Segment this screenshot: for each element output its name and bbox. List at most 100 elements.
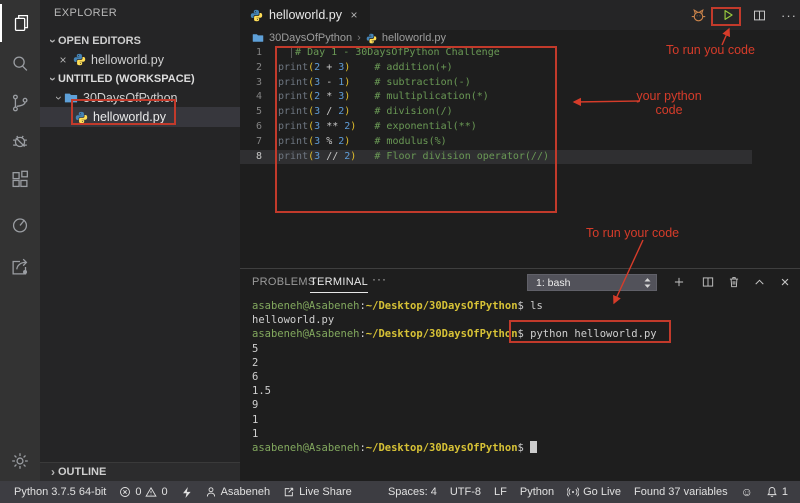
- terminal-content[interactable]: asabeneh@Asabeneh:~/Desktop/30DaysOfPyth…: [252, 299, 792, 474]
- time-icon[interactable]: [0, 206, 40, 244]
- code-line-2[interactable]: 2print(2 + 3) # addition(+): [240, 61, 752, 76]
- code-line-1[interactable]: 1 # Day 1 - 30DaysOfPython Challenge: [240, 46, 752, 61]
- open-editor-item-helloworld[interactable]: × helloworld.py: [40, 50, 240, 69]
- code-line-7[interactable]: 7print(3 % 2) # modulus(%): [240, 135, 752, 150]
- terminal-line-2: helloworld.py: [252, 313, 792, 327]
- python-file-icon: [250, 9, 263, 22]
- warning-icon: [145, 486, 157, 498]
- close-tab-icon[interactable]: ×: [348, 8, 360, 22]
- python-file-icon: [73, 53, 86, 66]
- explorer-sidebar: EXPLORER › OPEN EDITORS × helloworld.py …: [40, 0, 240, 481]
- terminal-line-4: 5: [252, 342, 792, 356]
- editor-group: helloworld.py × ··· 30DaysOfPython › hel…: [240, 0, 800, 268]
- code-editor[interactable]: 1 # Day 1 - 30DaysOfPython Challenge2pri…: [240, 46, 752, 268]
- folder-icon: [64, 91, 78, 105]
- split-editor-icon[interactable]: [750, 6, 768, 24]
- line-number: 3: [240, 76, 262, 91]
- code-line-5[interactable]: 5print(3 / 2) # division(/): [240, 105, 752, 120]
- bell-icon: [766, 486, 778, 498]
- panel-more-icon[interactable]: ···: [372, 272, 387, 286]
- status-problems[interactable]: 0 0: [119, 486, 167, 498]
- cat-extension-icon[interactable]: [689, 6, 707, 24]
- debug-icon[interactable]: [0, 122, 40, 160]
- close-editor-icon[interactable]: ×: [57, 53, 69, 67]
- line-number: 1: [240, 46, 262, 61]
- status-spaces[interactable]: Spaces: 4: [388, 486, 437, 498]
- status-language[interactable]: Python: [520, 486, 554, 498]
- close-panel-icon[interactable]: ×: [776, 273, 794, 291]
- broadcast-icon: [567, 486, 579, 498]
- terminal-line-3: asabeneh@Asabeneh:~/Desktop/30DaysOfPyth…: [252, 327, 792, 341]
- settings-gear-icon[interactable]: [0, 442, 40, 480]
- line-number: 5: [240, 105, 262, 120]
- live-share-icon: [283, 486, 295, 498]
- maximize-panel-icon[interactable]: [750, 273, 768, 291]
- extensions-icon[interactable]: [0, 161, 40, 199]
- line-number: 2: [240, 61, 262, 76]
- updown-icon: [643, 277, 652, 289]
- kill-terminal-icon[interactable]: [725, 273, 743, 291]
- tab-helloworld[interactable]: helloworld.py ×: [240, 0, 370, 30]
- chevron-right-icon: ›: [48, 465, 58, 479]
- person-icon: [205, 486, 217, 498]
- line-number: 6: [240, 120, 262, 135]
- search-icon[interactable]: [0, 45, 40, 83]
- section-open-editors[interactable]: › OPEN EDITORS: [40, 31, 240, 50]
- tab-problems[interactable]: PROBLEMS: [252, 276, 316, 292]
- status-user[interactable]: Asabeneh: [205, 486, 271, 498]
- section-outline[interactable]: › OUTLINE: [40, 462, 240, 481]
- status-bar: Python 3.7.5 64-bit 0 0 Asabeneh Live Sh…: [0, 481, 800, 503]
- status-go-live[interactable]: Go Live: [567, 486, 621, 498]
- terminal-line-8: 9: [252, 398, 792, 412]
- line-number: 7: [240, 135, 262, 150]
- code-line-3[interactable]: 3print(3 - 1) # subtraction(-): [240, 76, 752, 91]
- smiley-icon[interactable]: ☺: [741, 485, 753, 499]
- source-control-icon[interactable]: [0, 84, 40, 122]
- shell-selector[interactable]: 1: bash: [527, 274, 657, 291]
- terminal-cursor: [530, 441, 537, 453]
- bottom-panel: PROBLEMS TERMINAL ··· 1: bash × asabeneh…: [240, 268, 800, 481]
- terminal-line-9: 1: [252, 413, 792, 427]
- explorer-icon[interactable]: [0, 4, 40, 42]
- status-eol[interactable]: LF: [494, 486, 507, 498]
- error-icon: [119, 486, 131, 498]
- line-number: 8: [240, 150, 262, 165]
- terminal-line-6: 6: [252, 370, 792, 384]
- tab-terminal[interactable]: TERMINAL: [310, 276, 368, 293]
- code-line-8[interactable]: 8print(3 // 2) # Floor division operator…: [240, 150, 752, 165]
- share-icon[interactable]: [0, 248, 40, 286]
- section-workspace[interactable]: › UNTITLED (WORKSPACE): [40, 69, 240, 88]
- line-number: 4: [240, 90, 262, 105]
- terminal-line-1: asabeneh@Asabeneh:~/Desktop/30DaysOfPyth…: [252, 299, 792, 313]
- explorer-title: EXPLORER: [54, 7, 117, 19]
- chevron-down-icon: ›: [52, 93, 66, 103]
- file-item-helloworld[interactable]: helloworld.py: [40, 107, 240, 127]
- new-terminal-icon[interactable]: [670, 273, 688, 291]
- tab-bar: helloworld.py × ···: [240, 0, 800, 30]
- breadcrumb: 30DaysOfPython › helloworld.py: [240, 30, 800, 46]
- split-terminal-icon[interactable]: [699, 273, 717, 291]
- breadcrumb-file[interactable]: helloworld.py: [382, 32, 446, 44]
- breadcrumb-folder[interactable]: 30DaysOfPython: [269, 32, 352, 44]
- status-python-version[interactable]: Python 3.7.5 64-bit: [14, 486, 106, 498]
- python-file-icon: [75, 111, 88, 124]
- status-encoding[interactable]: UTF-8: [450, 486, 481, 498]
- run-icon[interactable]: [719, 6, 737, 24]
- terminal-line-11: asabeneh@Asabeneh:~/Desktop/30DaysOfPyth…: [252, 441, 792, 455]
- status-notifications[interactable]: 1: [766, 486, 788, 498]
- chevron-down-icon: ›: [46, 74, 60, 84]
- terminal-line-5: 2: [252, 356, 792, 370]
- python-file-icon: [366, 33, 377, 44]
- status-variables[interactable]: Found 37 variables: [634, 486, 728, 498]
- chevron-down-icon: ›: [46, 36, 60, 46]
- terminal-line-10: 1: [252, 427, 792, 441]
- terminal-line-7: 1.5: [252, 384, 792, 398]
- folder-item-30daysofpython[interactable]: › 30DaysOfPython: [40, 88, 240, 107]
- lightning-icon[interactable]: [181, 486, 192, 499]
- code-line-4[interactable]: 4print(2 * 3) # multiplication(*): [240, 90, 752, 105]
- folder-icon: [252, 32, 264, 44]
- code-line-6[interactable]: 6print(3 ** 2) # exponential(**): [240, 120, 752, 135]
- activity-bar: [0, 0, 40, 481]
- status-live-share[interactable]: Live Share: [283, 486, 352, 498]
- more-actions-icon[interactable]: ···: [780, 6, 798, 24]
